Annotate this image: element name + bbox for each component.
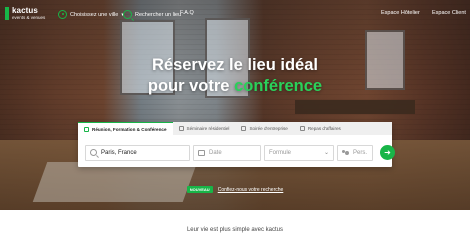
- hero-headline: Réservez le lieu idéal pour votre confér…: [0, 55, 470, 97]
- delegate-search-link[interactable]: Confiez-nous votre recherche: [218, 187, 284, 193]
- calendar-icon: [198, 149, 205, 156]
- promo-line: NOUVEAU Confiez-nous votre recherche: [0, 186, 470, 193]
- search-fields: Paris, France Date Formule ⌄ Pers. ➜: [85, 144, 395, 161]
- search-icon: [123, 10, 132, 19]
- chevron-down-icon: ⌄: [323, 150, 329, 156]
- headline-line-1: Réservez le lieu idéal: [151, 56, 318, 74]
- formule-select[interactable]: Formule ⌄: [264, 144, 334, 161]
- date-placeholder: Date: [209, 149, 222, 156]
- date-input[interactable]: Date: [193, 144, 261, 161]
- place-value: Paris, France: [101, 149, 137, 156]
- faq-link[interactable]: F.A.Q: [180, 10, 194, 16]
- city-selector-label: Choisissez une ville: [70, 11, 119, 18]
- tagline: Leur vie est plus simple avec kactus: [186, 227, 284, 233]
- search-submit-button[interactable]: ➜: [380, 145, 395, 160]
- meeting-icon: [84, 126, 89, 132]
- cutlery-icon: [299, 126, 305, 131]
- top-header: kactus events & venues Choisissez une vi…: [0, 0, 470, 28]
- tab-seminaire[interactable]: Séminaire résidentiel: [173, 122, 236, 135]
- client-space-link[interactable]: Espace Client: [432, 10, 466, 16]
- tab-label: Soirée d'entreprise: [249, 126, 288, 131]
- persons-placeholder: Pers.: [353, 149, 368, 156]
- headline-prefix: pour votre: [147, 77, 235, 95]
- search-panel: Réunion, Formation & Conférence Séminair…: [78, 122, 395, 167]
- tab-repas[interactable]: Repas d'affaires: [294, 122, 347, 135]
- search-icon: [90, 149, 97, 156]
- tab-reunion[interactable]: Réunion, Formation & Conférence: [78, 122, 173, 135]
- headline-line-2: pour votre conférence: [0, 76, 470, 97]
- event-type-tabs: Réunion, Formation & Conférence Séminair…: [78, 122, 392, 135]
- location-pin-icon: [58, 10, 67, 19]
- tab-label: Repas d'affaires: [307, 126, 341, 131]
- formule-placeholder: Formule: [269, 149, 292, 156]
- tab-label: Réunion, Formation & Conférence: [92, 126, 167, 132]
- place-input[interactable]: Paris, France: [85, 144, 190, 161]
- owner-space-link[interactable]: Espace Hôtelier: [381, 10, 420, 16]
- logo-name[interactable]: kactus: [12, 6, 38, 15]
- tab-soiree[interactable]: Soirée d'entreprise: [235, 122, 293, 135]
- calendar-icon: [178, 126, 184, 131]
- persons-input[interactable]: Pers.: [337, 144, 373, 161]
- logo-icon: [5, 7, 9, 20]
- party-icon: [241, 126, 247, 131]
- search-venue-link[interactable]: Rechercher un lieu: [123, 10, 181, 19]
- arrow-right-icon: ➜: [384, 148, 391, 157]
- search-venue-label: Rechercher un lieu: [135, 11, 182, 18]
- people-icon: [342, 149, 349, 156]
- hero-background: [0, 0, 470, 210]
- logo-subtitle: events & venues: [12, 15, 46, 20]
- tab-label: Séminaire résidentiel: [186, 126, 230, 131]
- headline-accent: conférence: [234, 77, 323, 95]
- city-selector[interactable]: Choisissez une ville ▾: [58, 10, 124, 19]
- new-badge: NOUVEAU: [186, 186, 213, 193]
